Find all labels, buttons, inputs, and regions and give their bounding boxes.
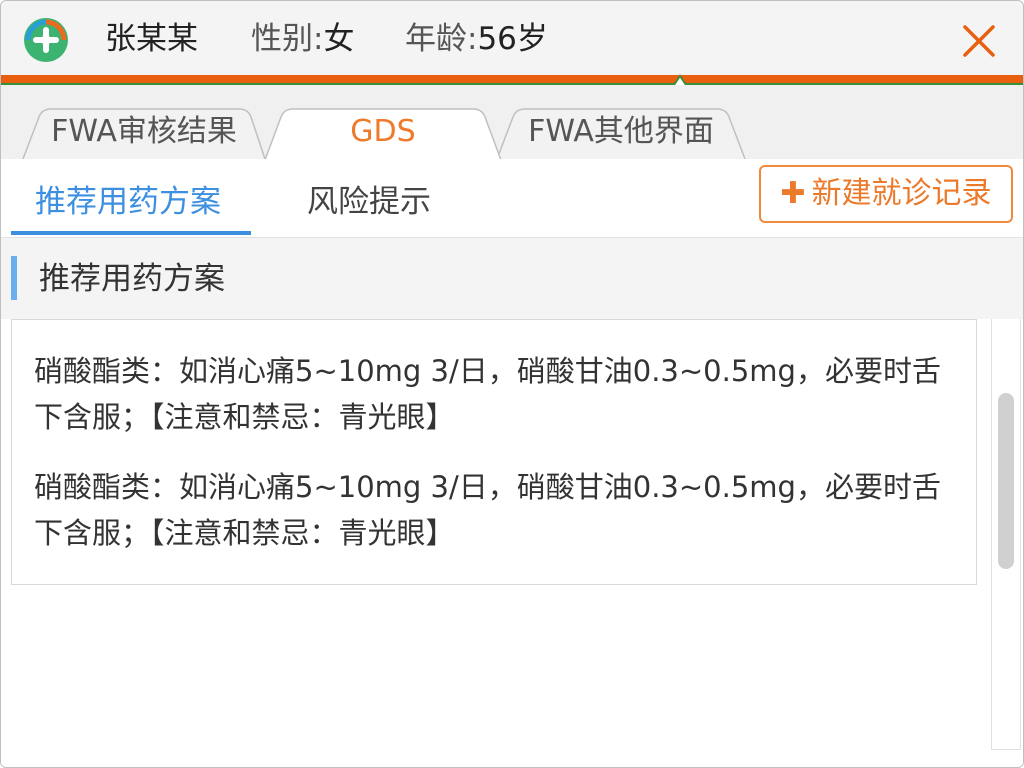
age-label: 年龄:: [405, 21, 478, 57]
new-visit-record-label: 新建就诊记录: [811, 176, 992, 211]
tab-gds-label: GDS: [350, 114, 416, 149]
tab-fwa-other-label: FWA其他界面: [528, 114, 714, 149]
app-window: 张某某 性别:女 年龄:56岁 FWA审核结果 FWA其他界面 GDS 推荐用药…: [0, 0, 1024, 768]
main-tabs: FWA审核结果 FWA其他界面 GDS: [1, 85, 1023, 160]
section-marker: [11, 256, 17, 300]
age-value: 56岁: [477, 21, 548, 57]
subtab-risk-alert[interactable]: 风险提示: [307, 179, 431, 225]
gender-label: 性别:: [251, 21, 324, 57]
app-logo-icon: [23, 17, 69, 63]
list-item: 硝酸酯类：如消心痛5~10mg 3/日，硝酸甘油0.3~0.5mg，必要时舌下含…: [34, 354, 941, 434]
scrollbar-track[interactable]: [991, 319, 1021, 750]
gender-value: 女: [323, 21, 355, 57]
tab-fwa-review-label: FWA审核结果: [51, 114, 237, 149]
subtab-recommended-plan[interactable]: 推荐用药方案: [35, 179, 221, 225]
scrollbar-thumb[interactable]: [998, 393, 1014, 569]
patient-gender: 性别:女: [251, 19, 354, 59]
accent-bar: [1, 75, 1023, 83]
close-icon[interactable]: [959, 21, 999, 61]
tab-fwa-other[interactable]: FWA其他界面: [495, 107, 747, 159]
new-visit-record-button[interactable]: ✚ 新建就诊记录: [759, 165, 1013, 223]
sub-tabs: 推荐用药方案 风险提示 ✚ 新建就诊记录: [1, 159, 1023, 237]
tab-fwa-review[interactable]: FWA审核结果: [21, 107, 267, 159]
tab-gds[interactable]: GDS: [263, 107, 503, 160]
plus-icon: ✚: [780, 176, 806, 211]
patient-age: 年龄:56岁: [405, 19, 548, 59]
content-area: 硝酸酯类：如消心痛5~10mg 3/日，硝酸甘油0.3~0.5mg，必要时舌下含…: [1, 319, 1023, 767]
patient-name: 张某某: [105, 21, 198, 57]
section-title: 推荐用药方案: [39, 261, 225, 297]
title-bar: 张某某 性别:女 年龄:56岁: [1, 1, 1023, 77]
recommendation-list: 硝酸酯类：如消心痛5~10mg 3/日，硝酸甘油0.3~0.5mg，必要时舌下含…: [11, 319, 977, 585]
active-subtab-indicator: [11, 231, 251, 235]
section-header: 推荐用药方案: [1, 237, 1023, 320]
list-item: 硝酸酯类：如消心痛5~10mg 3/日，硝酸甘油0.3~0.5mg，必要时舌下含…: [34, 470, 941, 550]
